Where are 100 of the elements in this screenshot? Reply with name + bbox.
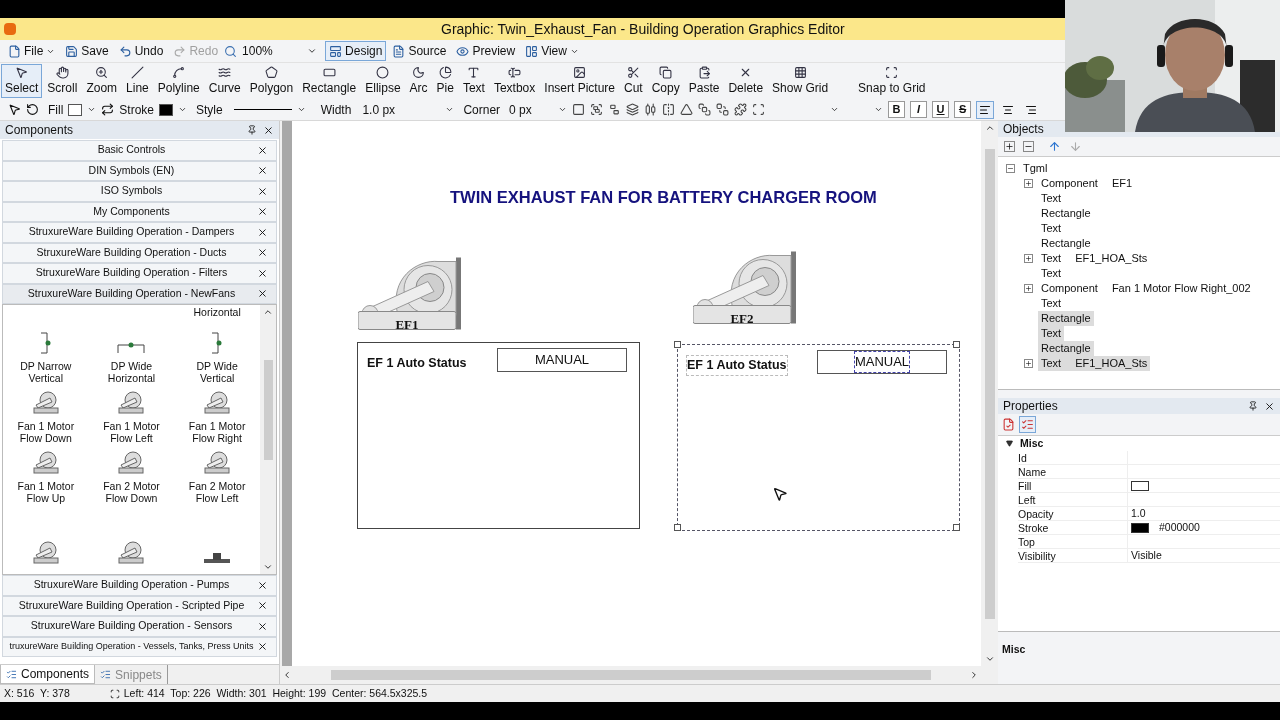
- property-name: Name: [1018, 465, 1128, 479]
- tool-button[interactable]: Paste: [684, 64, 724, 98]
- tree-item[interactable]: Tgml: [1020, 161, 1051, 176]
- component-label[interactable]: Fan 1 Motor Flow Up: [6, 480, 85, 504]
- tool-button[interactable]: Polygon: [245, 64, 298, 98]
- section-header[interactable]: StruxureWare Building Operation - Filters: [2, 263, 277, 284]
- section-header[interactable]: StruxureWare Building Operation - Sensors: [2, 616, 277, 637]
- tree-item[interactable]: Text: [1038, 191, 1065, 206]
- section-title: StruxureWare Building Operation - Pumps: [33, 577, 230, 593]
- tool-button[interactable]: Zoom: [82, 64, 122, 98]
- section-title: ISO Symbols: [100, 183, 163, 199]
- toolbar-button[interactable]: File: [4, 41, 60, 61]
- tree-item[interactable]: Component EF1: [1038, 176, 1136, 191]
- component-label[interactable]: Horizontal: [178, 306, 257, 318]
- section-title: StruxureWare Building Operation - Sensors: [30, 618, 233, 634]
- style-label: Style: [196, 101, 223, 119]
- property-value[interactable]: #000000: [1159, 519, 1200, 536]
- toolbar-button[interactable]: Source: [388, 41, 451, 61]
- panel-title: Properties: [1003, 398, 1058, 415]
- tree-item[interactable]: Text: [1038, 326, 1065, 341]
- text-style-button[interactable]: U: [932, 101, 950, 118]
- section-header[interactable]: ISO Symbols: [2, 181, 277, 202]
- drawing-canvas[interactable]: TWIN EXHAUST FAN FOR BATTERY CHARGER ROOM EF1 EF2 EF 1 Auto Status MANUAL EF 1 Auto Status MANUAL: [292, 121, 981, 666]
- status-value: MANUAL: [817, 350, 947, 374]
- property-description: Misc: [1002, 643, 1026, 655]
- fan-label: EF1: [394, 315, 420, 334]
- section-header[interactable]: StruxureWare Building Operation - Pumps: [2, 575, 277, 596]
- tool-button[interactable]: Text: [458, 64, 489, 98]
- panel-title: Objects: [1003, 121, 1044, 138]
- tree-item[interactable]: Rectangle: [1038, 206, 1094, 221]
- tool-button[interactable]: Cut: [620, 64, 647, 98]
- toolbar-button[interactable]: Save: [61, 41, 113, 61]
- section-header[interactable]: StruxureWare Building Operation - Scripted Pipe: [2, 595, 277, 616]
- component-label[interactable]: DP Narrow Vertical: [6, 360, 85, 384]
- text-style-button[interactable]: I: [910, 101, 928, 118]
- width-field[interactable]: 1.0 px: [362, 100, 441, 119]
- fill-label: Fill: [48, 101, 64, 119]
- text-style-button[interactable]: B: [888, 101, 906, 118]
- component-label[interactable]: Fan 1 Motor Flow Left: [92, 420, 171, 444]
- tree-item[interactable]: Text: [1038, 221, 1065, 236]
- toolbar-button[interactable]: Undo: [114, 41, 168, 61]
- tree-item[interactable]: Rectangle: [1038, 311, 1094, 326]
- component-label[interactable]: Fan 2 Motor Flow Down: [92, 480, 171, 504]
- property-value[interactable]: Visible: [1131, 547, 1162, 564]
- panel-tab[interactable]: Components: [0, 665, 96, 684]
- tool-button[interactable]: Select: [1, 64, 43, 98]
- category-title[interactable]: Misc: [1020, 435, 1044, 452]
- tool-button[interactable]: Rectangle: [298, 64, 361, 98]
- tool-button[interactable]: Ellipse: [361, 64, 405, 98]
- status-panel[interactable]: EF 1 Auto Status MANUAL: [677, 344, 960, 531]
- section-header[interactable]: StruxureWare Building Operation - NewFans: [2, 283, 277, 304]
- component-label[interactable]: DP Wide Horizontal: [92, 360, 171, 384]
- section-header[interactable]: StruxureWare Building Operation - Dampers: [2, 222, 277, 243]
- tool-button[interactable]: Snap to Grid: [854, 64, 930, 98]
- component-label[interactable]: DP Wide Vertical: [178, 360, 257, 384]
- section-header[interactable]: truxureWare Building Operation - Vessels, Tanks, Press Units: [2, 636, 277, 657]
- tool-button[interactable]: Scroll: [43, 64, 82, 98]
- section-title: StruxureWare Building Operation - Filters: [35, 265, 228, 281]
- tool-button[interactable]: Polyline: [153, 64, 204, 98]
- section-title: StruxureWare Building Operation - Dampers: [28, 224, 235, 240]
- tree-item[interactable]: Rectangle: [1038, 236, 1094, 251]
- window-title: Graphic: Twin_Exhaust_Fan - Building Operation Graphics Editor: [441, 19, 845, 39]
- tree-item[interactable]: Text: [1038, 266, 1065, 281]
- width-label: Width: [320, 101, 352, 119]
- component-label[interactable]: Fan 1 Motor Flow Down: [6, 420, 85, 444]
- section-title: StruxureWare Building Operation - NewFans: [27, 285, 236, 301]
- tree-item[interactable]: Text: [1038, 296, 1065, 311]
- property-value[interactable]: 1.0: [1131, 505, 1146, 522]
- tool-button[interactable]: Textbox: [489, 64, 540, 98]
- status-value: MANUAL: [497, 348, 627, 372]
- status-panel[interactable]: EF 1 Auto Status MANUAL: [357, 342, 640, 529]
- corner-field[interactable]: 0 px: [509, 100, 554, 119]
- tree-item[interactable]: Component Fan 1 Motor Flow Right_002: [1038, 281, 1254, 296]
- section-header[interactable]: My Components: [2, 201, 277, 222]
- fan-label: EF2: [729, 309, 755, 328]
- tool-button[interactable]: Arc: [405, 64, 432, 98]
- section-header[interactable]: Basic Controls: [2, 140, 277, 161]
- toolbar-button[interactable]: Preview: [452, 41, 520, 61]
- section-title: My Components: [93, 203, 170, 219]
- property-name: Opacity: [1018, 507, 1128, 521]
- tree-item[interactable]: Text EF1_HOA_Sts: [1038, 251, 1151, 266]
- tool-button[interactable]: Line: [122, 64, 153, 98]
- toolbar-button[interactable]: View: [521, 41, 583, 61]
- tool-button[interactable]: Show Grid: [768, 64, 833, 98]
- selection-info: Left: 414 Top: 226 Width: 301 Height: 199 Center: 564.5x325.5: [123, 685, 428, 701]
- tool-button[interactable]: Insert Picture: [540, 64, 619, 98]
- section-header[interactable]: StruxureWare Building Operation - Ducts: [2, 242, 277, 263]
- tree-item[interactable]: Rectangle: [1038, 341, 1094, 356]
- tool-button[interactable]: Delete: [724, 64, 768, 98]
- component-label[interactable]: Fan 2 Motor Flow Left: [178, 480, 257, 504]
- text-style-button[interactable]: S: [954, 101, 972, 118]
- section-header[interactable]: DIN Symbols (EN): [2, 160, 277, 181]
- component-label[interactable]: Fan 1 Motor Flow Right: [178, 420, 257, 444]
- tool-button[interactable]: Copy: [647, 64, 684, 98]
- tool-button[interactable]: Curve: [204, 64, 245, 98]
- graphic-title: TWIN EXHAUST FAN FOR BATTERY CHARGER ROOM: [450, 187, 877, 208]
- tool-button[interactable]: Pie: [432, 64, 458, 98]
- toolbar-button[interactable]: Design: [325, 41, 387, 61]
- section-title: DIN Symbols (EN): [88, 162, 175, 178]
- tree-item[interactable]: Text EF1_HOA_Sts: [1038, 356, 1151, 371]
